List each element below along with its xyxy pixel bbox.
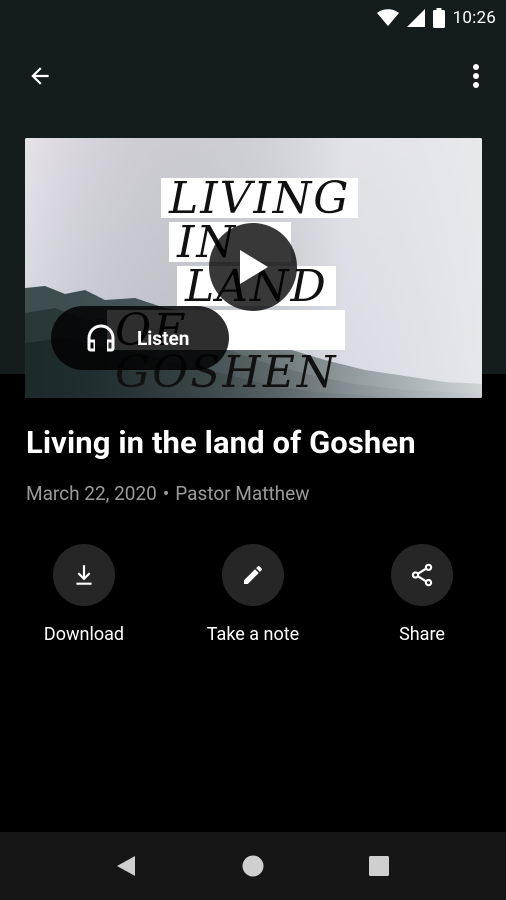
share-button[interactable]: Share xyxy=(352,544,492,645)
download-button[interactable]: Download xyxy=(14,544,154,645)
nav-back-button[interactable] xyxy=(108,848,144,884)
status-bar: 10:26 xyxy=(0,0,506,36)
sermon-artwork: LIVING IN THE LAND OF GOSHEN Listen xyxy=(25,138,482,398)
sermon-meta: March 22, 2020 • Pastor Matthew xyxy=(26,482,309,505)
sermon-speaker: Pastor Matthew xyxy=(175,482,310,505)
take-note-circle xyxy=(222,544,284,606)
share-circle xyxy=(391,544,453,606)
nav-recents-square-icon xyxy=(369,856,389,876)
take-note-label: Take a note xyxy=(206,624,300,645)
nav-home-circle-icon xyxy=(242,855,264,877)
artwork-line-1: LIVING xyxy=(161,177,359,221)
sermon-date: March 22, 2020 xyxy=(26,482,157,505)
play-icon xyxy=(240,250,268,284)
play-video-button[interactable] xyxy=(209,223,297,311)
wifi-icon xyxy=(376,9,399,26)
download-circle xyxy=(53,544,115,606)
take-note-button[interactable]: Take a note xyxy=(183,544,323,645)
cell-signal-icon xyxy=(406,9,425,27)
nav-back-triangle-icon xyxy=(117,856,135,876)
pencil-icon xyxy=(244,565,263,584)
more-vert-icon xyxy=(473,64,479,88)
nav-recents-button[interactable] xyxy=(361,848,397,884)
headphones-icon xyxy=(87,324,115,352)
sermon-title: Living in the land of Goshen xyxy=(26,424,416,461)
clock-time: 10:26 xyxy=(452,8,496,28)
share-label: Share xyxy=(399,624,445,645)
nav-home-button[interactable] xyxy=(235,848,271,884)
more-options-button[interactable] xyxy=(458,58,494,94)
listen-button[interactable]: Listen xyxy=(51,306,229,370)
arrow-left-icon xyxy=(31,67,49,85)
download-label: Download xyxy=(43,624,125,645)
battery-icon xyxy=(432,8,445,28)
system-nav-bar xyxy=(0,832,506,900)
meta-separator: • xyxy=(162,482,170,505)
status-icons: 10:26 xyxy=(376,6,496,30)
share-icon xyxy=(411,563,433,587)
download-icon xyxy=(76,565,92,585)
back-button[interactable] xyxy=(22,58,58,94)
listen-label: Listen xyxy=(137,326,190,350)
